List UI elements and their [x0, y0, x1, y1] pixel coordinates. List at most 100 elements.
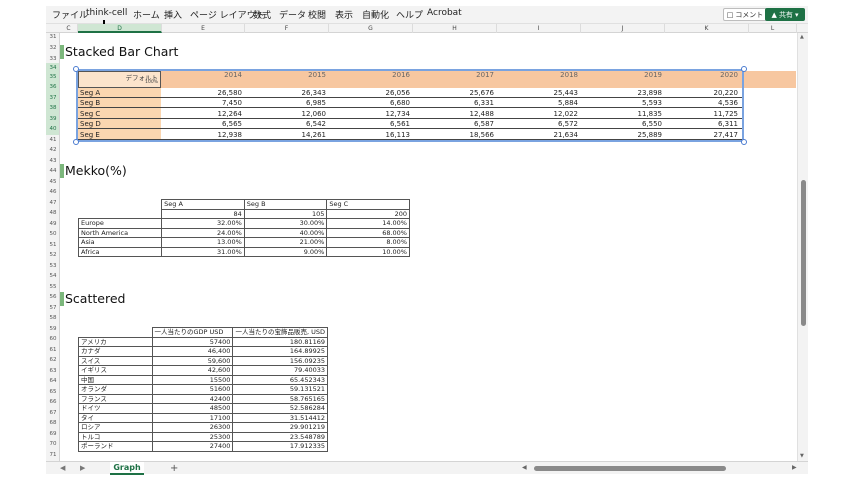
jewelry-cell[interactable]: 180.81169 [232, 336, 328, 347]
row-number[interactable]: 47 [46, 198, 59, 209]
country-cell[interactable]: 中国 [78, 374, 153, 385]
scroll-right-icon[interactable]: ▶ [792, 464, 797, 471]
country-cell[interactable]: フランス [78, 393, 153, 404]
country-cell[interactable]: カナダ [78, 346, 153, 357]
data-cell[interactable]: 31.00% [161, 246, 245, 257]
vertical-scroll-thumb[interactable] [801, 180, 806, 326]
column-header-d[interactable]: D [78, 24, 162, 33]
gdp-cell[interactable]: 25300 [151, 431, 234, 442]
row-number[interactable]: 59 [46, 324, 59, 335]
row-number[interactable]: 37 [46, 92, 59, 103]
resize-handle[interactable] [73, 139, 79, 145]
row-number[interactable]: 53 [46, 261, 59, 272]
empty-cell[interactable] [79, 200, 162, 210]
row-number[interactable]: 32 [46, 41, 59, 55]
data-cell[interactable]: 16,113 [332, 130, 411, 140]
jewelry-cell[interactable]: 52.586284 [232, 403, 328, 414]
data-cell[interactable]: 6,572 [500, 119, 578, 129]
data-cell[interactable]: 25,443 [500, 88, 579, 98]
year-header[interactable]: 2014 [164, 71, 242, 80]
row-number[interactable]: 46 [46, 187, 59, 198]
country-cell[interactable]: ドイツ [78, 403, 153, 414]
data-cell[interactable]: 24.00% [161, 227, 245, 238]
resize-handle[interactable] [73, 66, 79, 72]
data-cell[interactable]: 20,220 [660, 88, 739, 98]
data-cell[interactable]: 6,311 [660, 119, 738, 129]
tab-formulas[interactable]: 数式 [253, 8, 271, 21]
data-cell[interactable]: 9.00% [243, 246, 328, 257]
row-number[interactable]: 68 [46, 418, 59, 429]
region-cell[interactable]: Asia [77, 237, 163, 248]
row-number[interactable]: 67 [46, 408, 59, 419]
row-number[interactable]: 34 [46, 63, 59, 73]
data-cell[interactable]: 6,985 [248, 98, 326, 108]
data-cell[interactable]: 12,060 [248, 109, 327, 119]
data-cell[interactable]: 21,634 [500, 130, 579, 140]
row-number[interactable]: 66 [46, 397, 59, 408]
country-cell[interactable]: ロシア [78, 422, 153, 433]
country-cell[interactable]: アメリカ [78, 336, 153, 347]
share-button[interactable]: ▲ 共有 ▾ [765, 8, 805, 21]
year-header[interactable]: 2015 [248, 71, 326, 80]
data-cell[interactable]: 23,898 [584, 88, 663, 98]
jewelry-cell[interactable]: 164.89925 [232, 346, 328, 357]
jewelry-cell[interactable]: 31.514412 [232, 412, 328, 423]
vertical-scrollbar[interactable]: ▲ ▼ [797, 33, 808, 461]
row-number[interactable]: 64 [46, 376, 59, 387]
country-cell[interactable]: タイ [78, 412, 153, 423]
data-cell[interactable]: 10.00% [326, 246, 410, 257]
row-number[interactable]: 57 [46, 303, 59, 314]
sheet-tab-graph[interactable]: Graph [110, 462, 144, 475]
row-number[interactable]: 36 [46, 82, 59, 93]
mekko-table[interactable]: Seg A Seg B Seg C 84 105 200 Europe 32.00% 30.00… [77, 199, 410, 257]
data-cell[interactable]: 6,565 [164, 119, 242, 129]
column-header-cell[interactable]: 一人当たりの宝飾品販売, USD [232, 327, 328, 338]
column-header-f[interactable]: F [245, 24, 329, 33]
country-cell[interactable]: トルコ [78, 431, 153, 442]
country-cell[interactable]: ポーランド [78, 441, 153, 452]
row-number[interactable]: 33 [46, 55, 59, 63]
data-cell[interactable]: 8.00% [326, 237, 410, 248]
scroll-down-icon[interactable]: ▼ [800, 453, 804, 459]
data-cell[interactable]: 26,580 [164, 88, 243, 98]
gdp-cell[interactable]: 57400 [151, 336, 234, 347]
series-label[interactable]: Seg D [80, 119, 101, 129]
column-header-cell[interactable]: Seg A [161, 199, 245, 210]
row-number[interactable]: 45 [46, 177, 59, 188]
gdp-cell[interactable]: 15500 [151, 374, 234, 385]
row-number[interactable]: 69 [46, 429, 59, 440]
data-cell[interactable]: 27,417 [660, 130, 739, 140]
data-cell[interactable]: 6,550 [584, 119, 662, 129]
row-number[interactable]: 31 [46, 33, 59, 41]
row-number[interactable]: 71 [46, 450, 59, 461]
width-cell[interactable]: 200 [326, 208, 410, 219]
jewelry-cell[interactable]: 17.912335 [232, 441, 328, 452]
jewelry-cell[interactable]: 156.09235 [232, 355, 328, 366]
scatter-table[interactable]: 一人当たりのGDP USD 一人当たりの宝飾品販売, USD アメリカ 57400 18… [78, 327, 328, 452]
tab-file[interactable]: ファイル [52, 8, 88, 21]
row-number[interactable]: 58 [46, 313, 59, 324]
data-cell[interactable]: 12,488 [416, 109, 495, 119]
data-cell[interactable]: 30.00% [243, 218, 328, 229]
data-cell[interactable]: 11,725 [660, 109, 739, 119]
row-number[interactable]: 48 [46, 208, 59, 219]
tab-home[interactable]: ホーム [133, 8, 160, 21]
gdp-cell[interactable]: 59,600 [151, 355, 234, 366]
region-cell[interactable]: Africa [77, 246, 163, 257]
tab-think-cell[interactable]: think-cell [86, 8, 127, 24]
column-header-e[interactable]: E [162, 24, 245, 33]
row-number[interactable]: 65 [46, 387, 59, 398]
year-header[interactable]: 2016 [332, 71, 410, 80]
row-number[interactable]: 38 [46, 103, 59, 114]
gdp-cell[interactable]: 51600 [151, 384, 234, 395]
row-number[interactable]: 41 [46, 135, 59, 146]
year-header[interactable]: 2018 [500, 71, 578, 80]
row-number[interactable]: 43 [46, 156, 59, 167]
data-cell[interactable]: 5,884 [500, 98, 578, 108]
row-number[interactable]: 56 [46, 292, 59, 303]
data-cell[interactable]: 25,676 [416, 88, 495, 98]
row-number[interactable]: 44 [46, 166, 59, 177]
gdp-cell[interactable]: 48500 [151, 403, 234, 414]
prev-sheet-icon[interactable]: ◀ [60, 464, 65, 472]
country-cell[interactable]: オランダ [78, 384, 153, 395]
